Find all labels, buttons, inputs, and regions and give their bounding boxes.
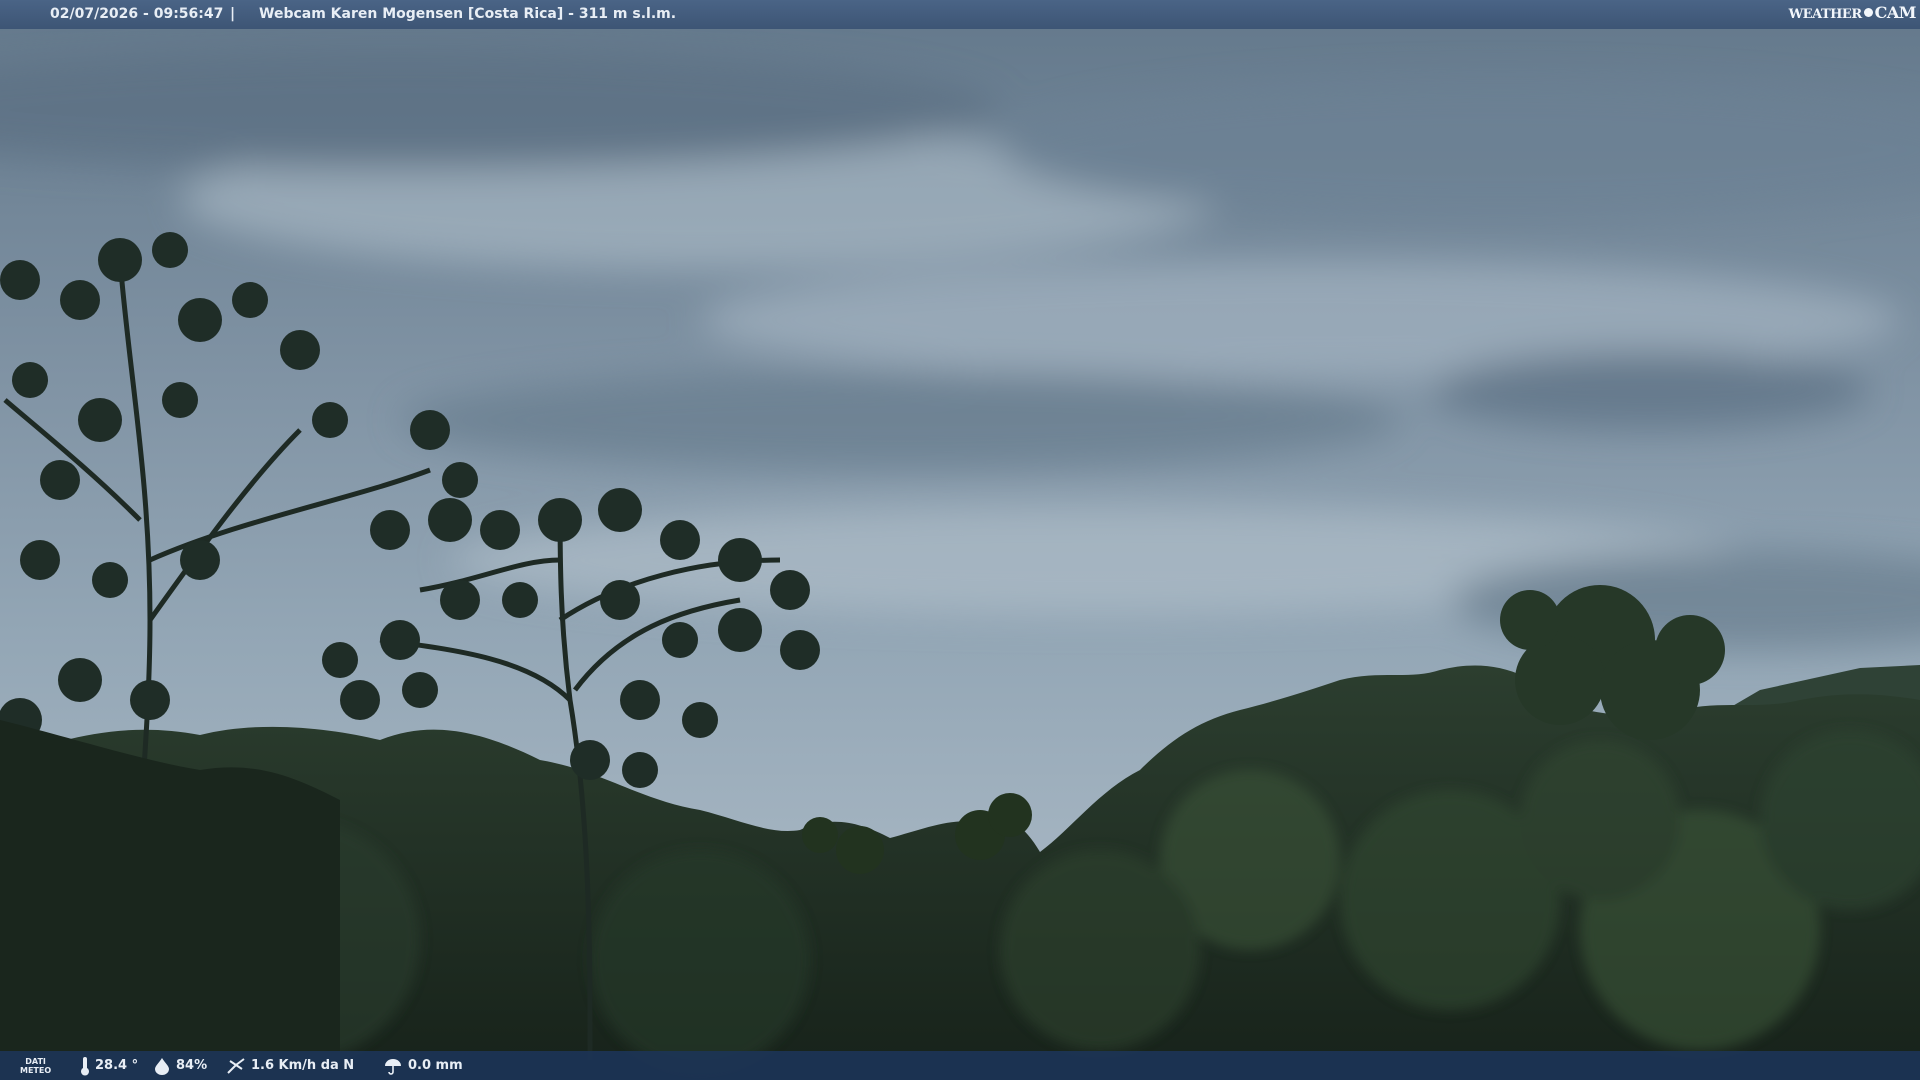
wind-readout: 1.6 Km/h da N bbox=[226, 1051, 354, 1080]
top-info-bar: 02/07/2026 - 09:56:47 | Webcam Karen Mog… bbox=[0, 0, 1920, 29]
logo-weather-text: WEATHER bbox=[1788, 7, 1863, 22]
thermometer-icon bbox=[81, 1056, 89, 1075]
logo-dot-icon bbox=[1863, 8, 1873, 17]
humidity-drop-icon bbox=[155, 1057, 169, 1075]
weather-data-bar: DATI METEO 28.4 ° 84% 1.6 Km/h da N 0.0 … bbox=[0, 1051, 1920, 1080]
humidity-readout: 84% bbox=[153, 1051, 207, 1080]
dati-label: DATI bbox=[25, 1056, 46, 1066]
rain-readout: 0.0 mm bbox=[383, 1051, 463, 1080]
weathercam-logo: WEATHER CAM bbox=[1788, 3, 1917, 22]
temperature-readout: 28.4 ° bbox=[80, 1051, 138, 1080]
rain-value: 0.0 mm bbox=[408, 1058, 463, 1073]
webcam-title: Webcam Karen Mogensen [Costa Rica] - 311… bbox=[259, 6, 677, 22]
meteo-label: METEO bbox=[20, 1065, 52, 1075]
title-separator: | bbox=[230, 6, 236, 22]
humidity-value: 84% bbox=[176, 1058, 208, 1073]
dati-meteo-label: DATI METEO bbox=[20, 1051, 51, 1080]
logo-cam-text: CAM bbox=[1874, 3, 1917, 22]
rain-umbrella-icon bbox=[385, 1058, 401, 1075]
wind-value: 1.6 Km/h da N bbox=[251, 1058, 355, 1073]
timestamp: 02/07/2026 - 09:56:47 bbox=[50, 6, 224, 22]
temperature-value: 28.4 ° bbox=[95, 1058, 139, 1073]
wind-icon bbox=[227, 1057, 245, 1074]
webcam-scene bbox=[0, 0, 1920, 1080]
